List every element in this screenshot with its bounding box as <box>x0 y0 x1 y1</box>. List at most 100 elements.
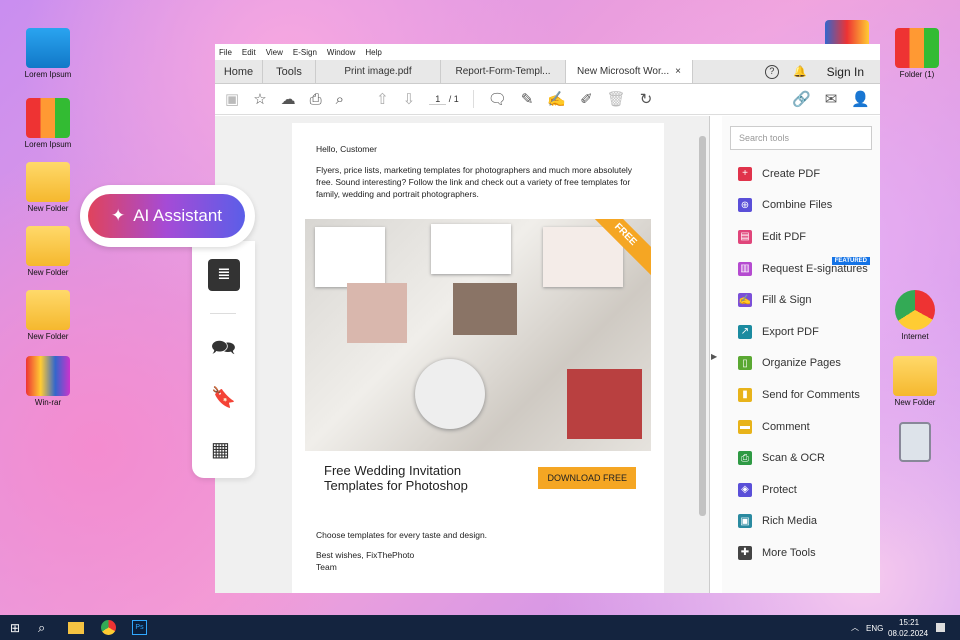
scrollbar-thumb[interactable] <box>699 136 706 516</box>
tool-label: Comment <box>762 420 810 433</box>
tool-icon: ▥ <box>738 261 752 276</box>
desktop-icon-folder[interactable]: New Folder <box>13 162 83 213</box>
tool-icon: + <box>738 166 752 181</box>
desktop-icon-winrar[interactable]: Win-rar <box>13 356 83 407</box>
comment-icon[interactable]: 🗨 <box>472 90 507 108</box>
bookmark-icon[interactable]: 🔖 <box>211 385 236 410</box>
chat-icon[interactable]: 🗪 <box>211 333 236 367</box>
pdf-app-window: File Edit View E-Sign Window Help Home T… <box>215 44 880 593</box>
help-icon[interactable]: ? <box>764 64 779 79</box>
folder-icon <box>26 162 70 202</box>
share-link-icon[interactable]: 🔗 <box>792 90 811 108</box>
taskbar: ⊞ ⌕ Ps ︿ ENG 15:21 08.02.2024 <box>0 615 960 640</box>
add-user-icon[interactable]: 👤 <box>851 90 870 108</box>
tool-item-comment[interactable]: ▬ Comment <box>722 411 880 443</box>
tool-label: Combine Files <box>762 199 833 212</box>
computer-icon <box>26 28 70 68</box>
tool-item-request-e-signatures[interactable]: ▥ Request E-signatures FEATURED <box>722 253 880 285</box>
tool-label: Send for Comments <box>762 388 860 401</box>
winrar-icon <box>26 356 70 396</box>
tool-item-protect[interactable]: ◈ Protect <box>722 474 880 506</box>
tab-home[interactable]: Home <box>215 60 263 83</box>
tool-item-more-tools[interactable]: ✚ More Tools <box>722 537 880 569</box>
clock-date[interactable]: 08.02.2024 <box>888 629 928 638</box>
tray-chevron-icon[interactable]: ︿ <box>851 622 859 633</box>
desktop-icon-binders[interactable]: Lorem Ipsum <box>13 98 83 149</box>
tool-icon: ◈ <box>738 482 752 497</box>
tool-icon: ▯ <box>738 356 752 371</box>
zoom-search-icon[interactable]: ⌕ <box>336 91 344 108</box>
download-free-button[interactable]: DOWNLOAD FREE <box>538 467 636 489</box>
menu-esign[interactable]: E-Sign <box>293 48 317 57</box>
desktop-icon-folder[interactable]: New Folder <box>880 356 950 407</box>
clock-time[interactable]: 15:21 <box>899 618 919 627</box>
email-icon[interactable]: ✉ <box>825 90 838 108</box>
tool-item-combine-files[interactable]: ⊕ Combine Files <box>722 190 880 222</box>
tab-bar: Home Tools Print image.pdf Report-Form-T… <box>215 60 880 84</box>
save-icon[interactable]: ▣ <box>225 90 239 108</box>
menu-help[interactable]: Help <box>365 48 381 57</box>
desktop-icon-folder1[interactable]: Folder (1) <box>882 28 952 79</box>
team-text: Team <box>316 562 337 572</box>
close-tab-icon[interactable]: × <box>675 66 681 77</box>
tool-item-edit-pdf[interactable]: ▤ Edit PDF <box>722 221 880 253</box>
tool-item-rich-media[interactable]: ▣ Rich Media <box>722 506 880 538</box>
photoshop-icon[interactable]: Ps <box>132 620 147 635</box>
recycle-bin[interactable] <box>880 422 950 464</box>
ai-side-panel: ≣ 🗪 🔖 ▦ <box>192 241 255 478</box>
ai-assistant-button[interactable]: ✦ AI Assistant <box>80 185 255 247</box>
menu-window[interactable]: Window <box>327 48 355 57</box>
tab-tools[interactable]: Tools <box>263 60 316 83</box>
menu-edit[interactable]: Edit <box>242 48 256 57</box>
tool-item-scan-ocr[interactable]: ⎙ Scan & OCR <box>722 442 880 474</box>
tool-item-send-for-comments[interactable]: ▮ Send for Comments <box>722 379 880 411</box>
tab-report-form[interactable]: Report-Form-Templ... <box>441 60 566 83</box>
desktop-icon-internet[interactable]: Internet <box>880 290 950 341</box>
language-indicator[interactable]: ENG <box>866 624 883 633</box>
upload-cloud-icon[interactable]: ☁ <box>281 90 296 108</box>
tab-label: New Microsoft Wor... <box>577 66 670 77</box>
vertical-scrollbar[interactable] <box>697 116 708 593</box>
ai-summary-icon[interactable]: ≣ <box>208 259 240 291</box>
ai-assistant-label: AI Assistant <box>133 206 223 225</box>
folder-icon <box>26 226 70 266</box>
print-icon[interactable]: ⎙ <box>310 91 322 108</box>
tool-item-fill-sign[interactable]: ✍ Fill & Sign <box>722 284 880 316</box>
rotate-icon[interactable]: ↻ <box>640 90 653 108</box>
wedding-templates-image[interactable]: FREE <box>305 219 651 451</box>
windows-start-icon[interactable]: ⊞ <box>10 621 20 635</box>
document-view: Hello, Customer Flyers, price lists, mar… <box>215 116 710 593</box>
pdf-page: Hello, Customer Flyers, price lists, mar… <box>292 123 664 593</box>
tool-label: Protect <box>762 483 797 496</box>
desktop-icon-folder[interactable]: New Folder <box>13 290 83 341</box>
file-explorer-icon[interactable] <box>68 622 84 634</box>
chrome-icon[interactable] <box>101 620 116 635</box>
tool-label: Rich Media <box>762 515 818 528</box>
delete-icon[interactable]: 🗑 <box>607 90 626 108</box>
menu-view[interactable]: View <box>266 48 283 57</box>
highlight-pen-icon[interactable]: ✎ <box>521 90 534 108</box>
page-up-icon[interactable]: ⇧ <box>376 90 389 108</box>
desktop-icon-computer[interactable]: Lorem Ipsum <box>13 28 83 79</box>
search-tools-input[interactable]: Search tools <box>730 126 872 150</box>
tab-print-image[interactable]: Print image.pdf <box>316 60 441 83</box>
edit-document-icon[interactable]: ✐ <box>580 90 593 108</box>
star-icon[interactable]: ☆ <box>253 90 266 108</box>
grid-apps-icon[interactable]: ▦ <box>211 437 230 462</box>
collapse-pane-icon[interactable]: ▶ <box>711 352 717 361</box>
notifications-icon[interactable] <box>936 623 945 632</box>
tool-item-create-pdf[interactable]: + Create PDF <box>722 158 880 190</box>
desktop-icon-folder[interactable]: New Folder <box>13 226 83 277</box>
page-down-icon[interactable]: ⇩ <box>403 90 416 108</box>
folder-icon <box>26 290 70 330</box>
tab-new-microsoft[interactable]: New Microsoft Wor... × <box>566 60 693 83</box>
page-number-input[interactable]: 1 <box>429 94 447 105</box>
tool-item-organize-pages[interactable]: ▯ Organize Pages <box>722 348 880 380</box>
menu-file[interactable]: File <box>219 48 232 57</box>
sign-in-button[interactable]: Sign In <box>827 65 864 79</box>
greeting: Hello, Customer <box>316 144 377 154</box>
bell-icon[interactable]: 🔔 <box>793 65 807 78</box>
sign-icon[interactable]: ✍ <box>547 90 566 108</box>
tool-item-export-pdf[interactable]: ↗ Export PDF <box>722 316 880 348</box>
search-icon[interactable]: ⌕ <box>38 620 45 636</box>
